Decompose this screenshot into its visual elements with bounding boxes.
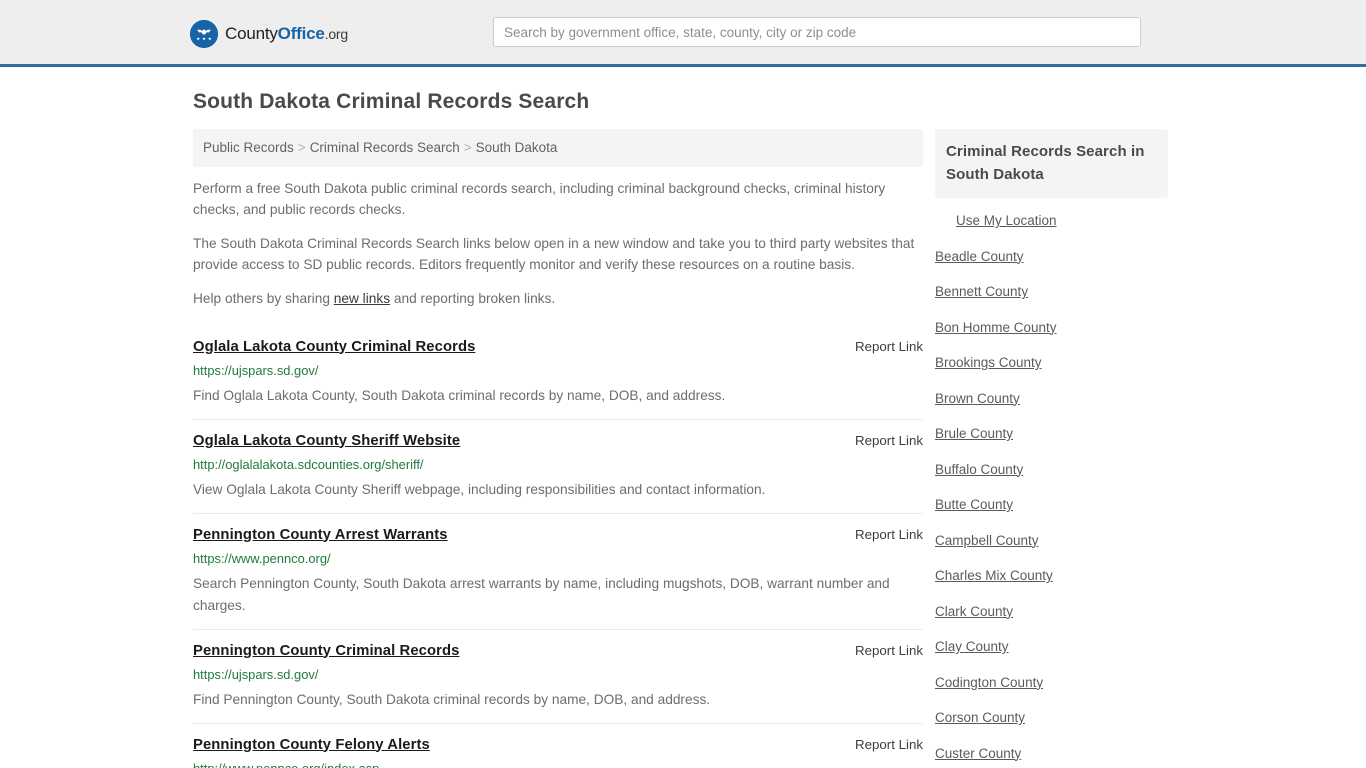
logo-text-org: .org (324, 26, 349, 42)
sidebar-item-use-my-location[interactable]: Use My Location (935, 212, 1168, 230)
page-body: South Dakota Criminal Records Search Pub… (0, 67, 1366, 768)
sidebar-link-label[interactable]: Use My Location (956, 212, 1057, 230)
sidebar-item-county[interactable]: Corson County (935, 709, 1168, 727)
intro-text: Perform a free South Dakota public crimi… (193, 167, 923, 310)
result-description: View Oglala Lakota County Sheriff webpag… (193, 481, 766, 497)
result-title-link[interactable]: Oglala Lakota County Sheriff Website (193, 431, 460, 451)
result-url: https://www.pennco.org/ (193, 550, 331, 566)
sidebar-item-county[interactable]: Custer County (935, 745, 1168, 763)
sidebar-item-county[interactable]: Beadle County (935, 248, 1168, 266)
sidebar-county-list: Use My Location Beadle County Bennett Co… (935, 198, 1168, 763)
sidebar-item-county[interactable]: Bennett County (935, 283, 1168, 301)
result-url: http://www.pennco.org/index.asp (193, 760, 380, 768)
report-link-button[interactable]: Report Link (841, 643, 923, 658)
logo-text-office: Office (277, 24, 325, 43)
sidebar-item-county[interactable]: Codington County (935, 674, 1168, 692)
breadcrumb-item-criminal-records-search[interactable]: Criminal Records Search (310, 140, 460, 155)
result-description: Find Oglala Lakota County, South Dakota … (193, 387, 726, 403)
intro-p3-after: and reporting broken links. (390, 291, 556, 306)
sidebar-item-county[interactable]: Campbell County (935, 532, 1168, 550)
sidebar-item-county[interactable]: Clark County (935, 603, 1168, 621)
sidebar-link-label[interactable]: Bennett County (935, 283, 1028, 301)
intro-paragraph-1: Perform a free South Dakota public crimi… (193, 181, 886, 217)
site-logo-text: CountyOffice.org (225, 24, 348, 44)
report-link-button[interactable]: Report Link (841, 433, 923, 448)
results-list: Oglala Lakota County Criminal Records Re… (193, 324, 923, 768)
sidebar-link-label[interactable]: Custer County (935, 745, 1021, 763)
sidebar-header-panel: Criminal Records Search in South Dakota (935, 129, 1168, 198)
search-input[interactable] (493, 17, 1141, 47)
intro-p3-before: Help others by sharing (193, 291, 334, 306)
sidebar-link-label[interactable]: Buffalo County (935, 461, 1023, 479)
logo-text-county: County (225, 24, 278, 43)
breadcrumb-separator: > (297, 140, 306, 155)
intro-paragraph-3: Help others by sharing new links and rep… (193, 289, 923, 310)
report-link-button[interactable]: Report Link (841, 527, 923, 542)
sidebar-link-label[interactable]: Beadle County (935, 248, 1024, 266)
sidebar-link-label[interactable]: Corson County (935, 709, 1025, 727)
sidebar-title: Criminal Records Search in South Dakota (946, 143, 1145, 183)
sidebar-link-label[interactable]: Brule County (935, 425, 1013, 443)
result-item: Pennington County Felony Alerts Report L… (193, 724, 923, 768)
result-title-link[interactable]: Pennington County Criminal Records (193, 641, 459, 661)
result-title-link[interactable]: Oglala Lakota County Criminal Records (193, 337, 475, 357)
result-item: Pennington County Arrest Warrants Report… (193, 514, 923, 630)
sidebar-link-label[interactable]: Clark County (935, 603, 1013, 621)
sidebar-link-label[interactable]: Butte County (935, 496, 1013, 514)
result-url: http://oglalalakota.sdcounties.org/sheri… (193, 456, 424, 472)
search-bar[interactable] (493, 17, 1141, 47)
sidebar-link-label[interactable]: Charles Mix County (935, 567, 1053, 585)
countyoffice-eagle-icon (190, 20, 218, 48)
sidebar-link-label[interactable]: Brookings County (935, 354, 1042, 372)
sidebar-item-county[interactable]: Clay County (935, 638, 1168, 656)
breadcrumb-item-public-records[interactable]: Public Records (203, 140, 294, 155)
result-description: Find Pennington County, South Dakota cri… (193, 691, 711, 707)
sidebar-link-label[interactable]: Brown County (935, 390, 1020, 408)
sidebar: Criminal Records Search in South Dakota … (935, 129, 1168, 763)
sidebar-link-label[interactable]: Bon Homme County (935, 319, 1057, 337)
result-description: Search Pennington County, South Dakota a… (193, 575, 890, 613)
breadcrumb: Public Records > Criminal Records Search > S… (193, 129, 923, 167)
result-url: https://ujspars.sd.gov/ (193, 362, 319, 378)
sidebar-item-county[interactable]: Brookings County (935, 354, 1168, 372)
result-item: Pennington County Criminal Records Repor… (193, 630, 923, 724)
sidebar-item-county[interactable]: Butte County (935, 496, 1168, 514)
sidebar-item-county[interactable]: Brule County (935, 425, 1168, 443)
breadcrumb-item-south-dakota: South Dakota (475, 140, 558, 155)
sidebar-item-county[interactable]: Bon Homme County (935, 319, 1168, 337)
main-column: Public Records > Criminal Records Search > S… (193, 129, 923, 768)
new-links-link[interactable]: new links (334, 291, 390, 306)
result-title-link[interactable]: Pennington County Felony Alerts (193, 735, 430, 755)
site-logo[interactable]: CountyOffice.org (190, 20, 348, 48)
sidebar-link-label[interactable]: Codington County (935, 674, 1043, 692)
result-item: Oglala Lakota County Sheriff Website Rep… (193, 420, 923, 514)
sidebar-item-county[interactable]: Charles Mix County (935, 567, 1168, 585)
result-item: Oglala Lakota County Criminal Records Re… (193, 324, 923, 420)
sidebar-link-label[interactable]: Clay County (935, 638, 1009, 656)
sidebar-link-label[interactable]: Campbell County (935, 532, 1039, 550)
result-title-link[interactable]: Pennington County Arrest Warrants (193, 525, 448, 545)
report-link-button[interactable]: Report Link (841, 737, 923, 752)
report-link-button[interactable]: Report Link (841, 339, 923, 354)
sidebar-item-county[interactable]: Brown County (935, 390, 1168, 408)
sidebar-item-county[interactable]: Buffalo County (935, 461, 1168, 479)
result-url: https://ujspars.sd.gov/ (193, 666, 319, 682)
page-title: South Dakota Criminal Records Search (193, 90, 590, 113)
intro-paragraph-2: The South Dakota Criminal Records Search… (193, 236, 915, 272)
breadcrumb-separator: > (463, 140, 472, 155)
site-header: CountyOffice.org (0, 0, 1366, 67)
